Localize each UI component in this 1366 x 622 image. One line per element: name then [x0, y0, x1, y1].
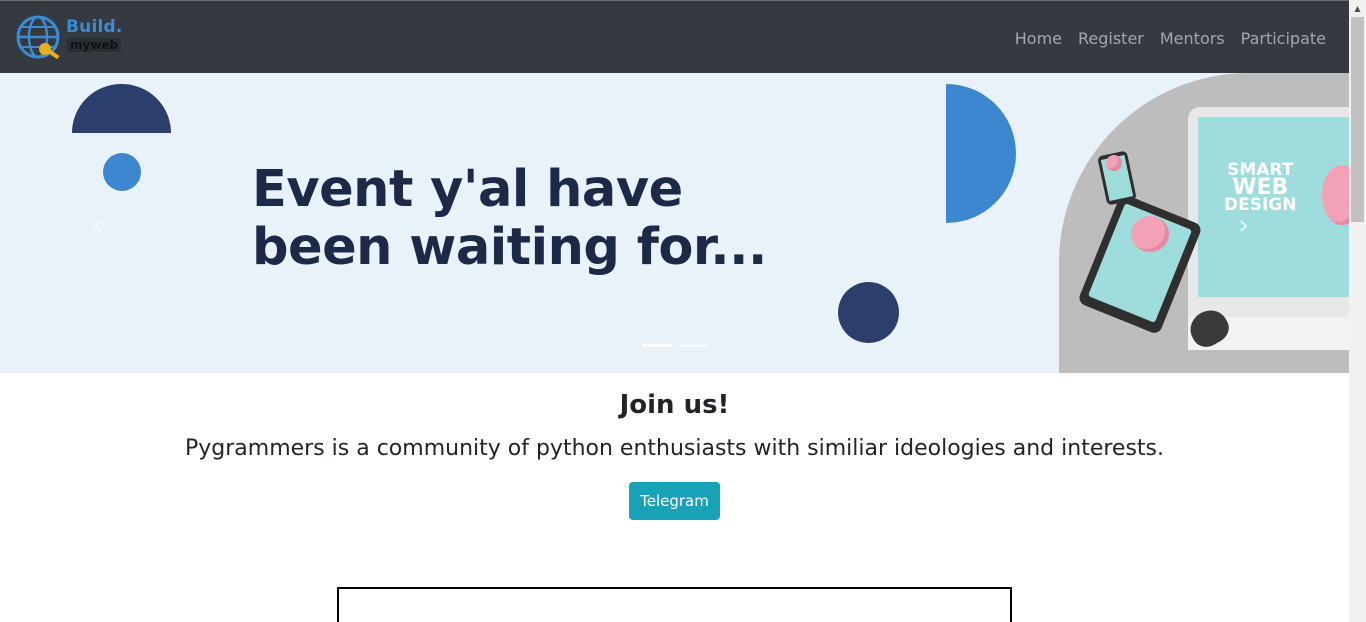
- chevron-right-icon: ›: [1238, 208, 1250, 241]
- navbar: Build. myweb Home Register Mentors Parti…: [0, 0, 1349, 73]
- decor-dot-blue: [103, 153, 141, 191]
- scrollbar-thumb[interactable]: [1351, 17, 1364, 222]
- carousel-prev-button[interactable]: ‹: [92, 208, 112, 241]
- decor-half-circle-right: [946, 84, 1016, 223]
- carousel-next-button[interactable]: ›: [1238, 208, 1258, 241]
- decor-half-circle-top: [72, 84, 171, 133]
- brain-illustration-phone: [1106, 155, 1122, 171]
- chevron-left-icon: ‹: [92, 208, 104, 241]
- nav-participate[interactable]: Participate: [1241, 29, 1326, 48]
- carousel-indicator-1[interactable]: [642, 344, 672, 347]
- nav-home[interactable]: Home: [1015, 29, 1062, 48]
- headline-line-2: been waiting for...: [252, 218, 767, 277]
- carousel-indicator-2[interactable]: [678, 344, 708, 347]
- monitor-screen-text: SMART WEB DESIGN: [1224, 162, 1297, 215]
- globe-wrench-icon: [16, 15, 60, 60]
- screen-text-design: DESIGN: [1224, 195, 1297, 215]
- brain-illustration-tablet: [1131, 216, 1169, 252]
- telegram-button[interactable]: Telegram: [629, 482, 720, 520]
- join-description: Pygrammers is a community of python enth…: [185, 436, 1164, 461]
- scroll-up-icon[interactable]: ▲: [1349, 0, 1366, 17]
- decor-dot-navy: [838, 282, 899, 343]
- join-title: Join us!: [619, 390, 730, 420]
- brand-subname: myweb: [67, 38, 122, 52]
- nav-links: Home Register Mentors Participate: [1015, 29, 1326, 48]
- page: Build. myweb Home Register Mentors Parti…: [0, 0, 1349, 622]
- brand-name: Build.: [66, 17, 123, 37]
- carousel-indicators: [642, 344, 708, 347]
- content-box: [337, 587, 1012, 622]
- nav-register[interactable]: Register: [1078, 29, 1144, 48]
- hero-carousel: Event y'al have been waiting for... SMAR…: [0, 73, 1349, 373]
- nav-mentors[interactable]: Mentors: [1160, 29, 1225, 48]
- page-scrollbar[interactable]: ▲: [1349, 0, 1366, 622]
- headline-line-1: Event y'al have: [252, 160, 683, 219]
- brand-logo[interactable]: Build. myweb: [16, 15, 126, 61]
- hero-headline: Event y'al have been waiting for...: [252, 161, 832, 277]
